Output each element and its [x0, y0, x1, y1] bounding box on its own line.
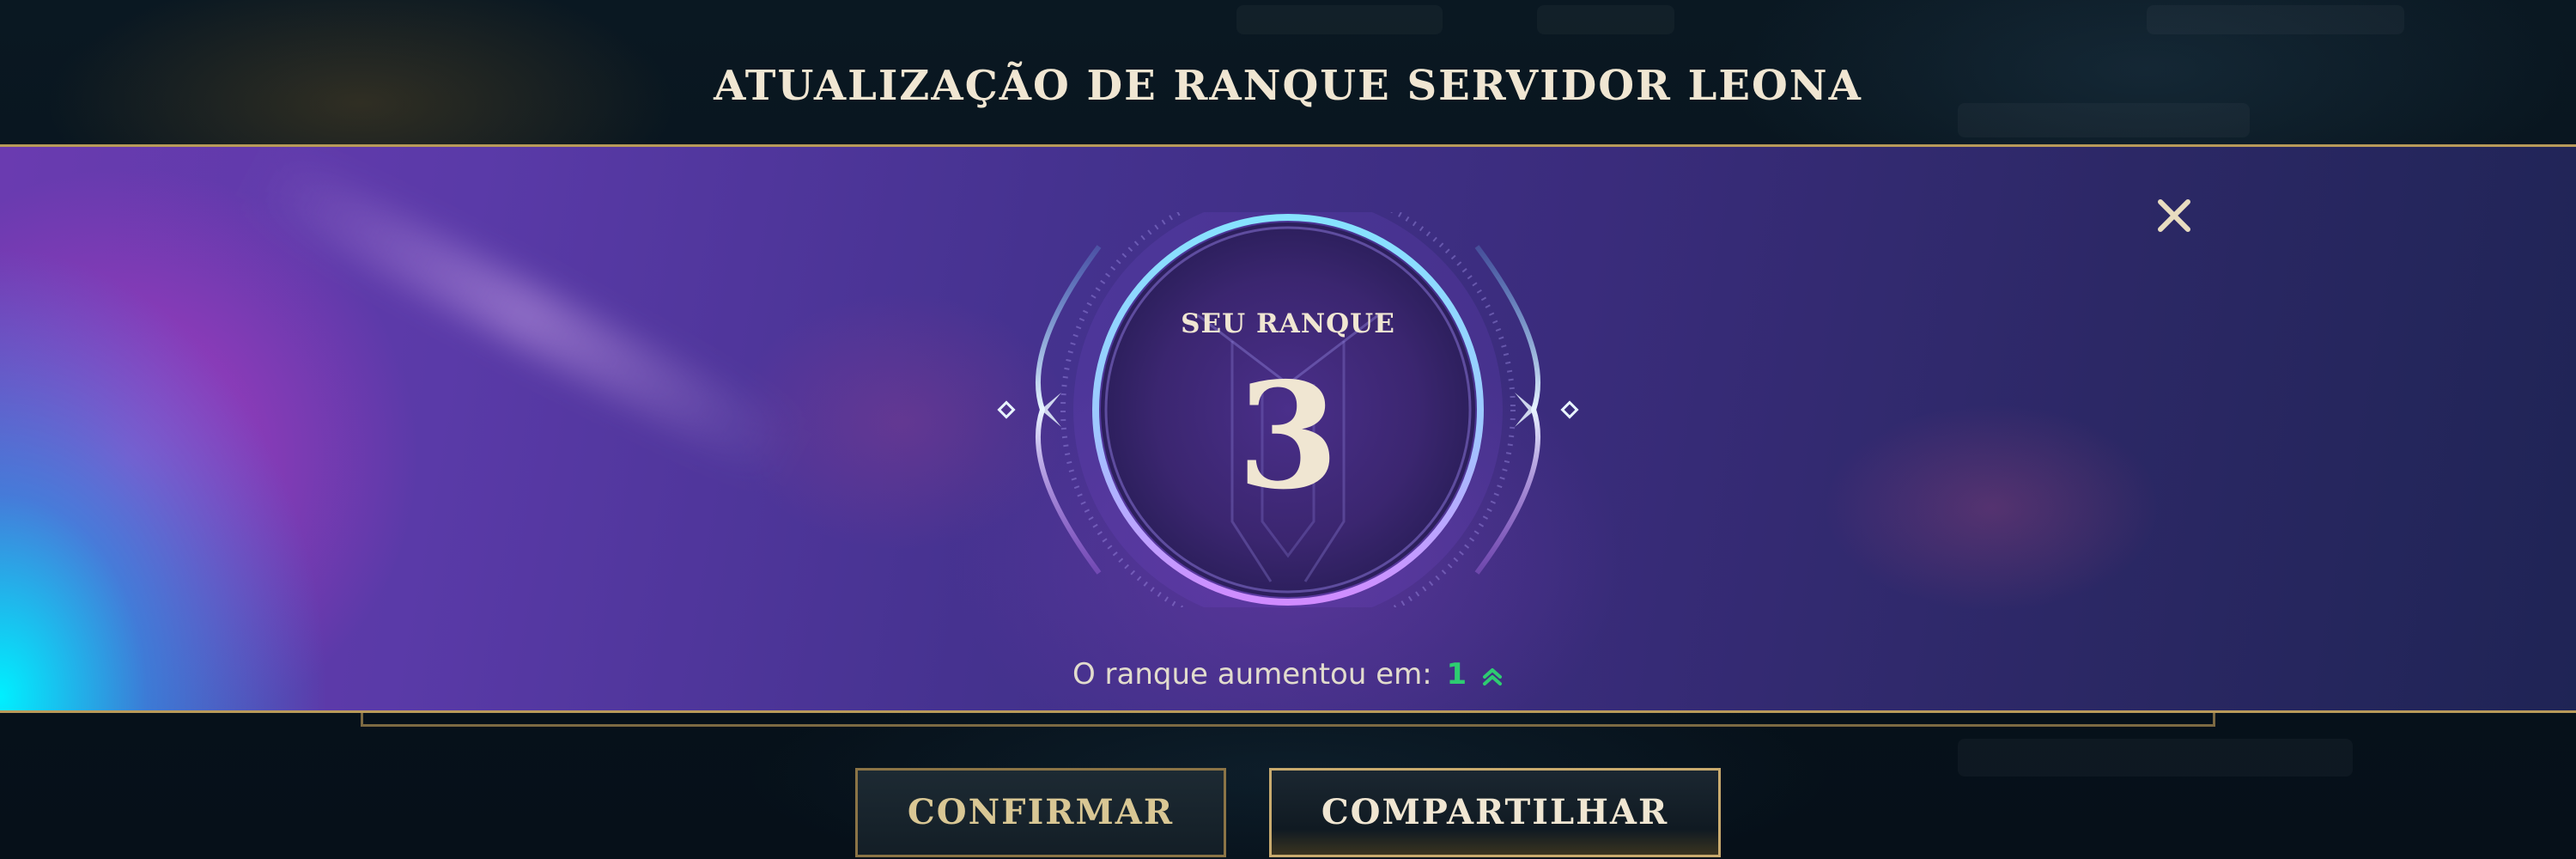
background-ui-hint [2147, 5, 2404, 34]
light-streak [244, 147, 804, 483]
rank-change-value: 1 [1446, 657, 1467, 691]
rank-change-label: O ranque aumentou em: [1072, 657, 1432, 691]
confirm-button[interactable]: CONFIRMAR [855, 768, 1226, 857]
page-title: ATUALIZAÇÃO DE RANQUE SERVIDOR LEONA [714, 62, 1862, 110]
background-ui-hint [1236, 5, 1443, 34]
background-ui-hint [1958, 739, 2353, 777]
rank-value: 3 [1236, 350, 1340, 522]
rank-banner: SEU RANQUE 3 O ranque aumentou em: 1 [0, 144, 2576, 713]
chevron-up-icon [1483, 667, 1503, 685]
background-ui-hint [1537, 5, 1674, 34]
rank-change: O ranque aumentou em: 1 [945, 657, 1631, 691]
close-icon[interactable] [2147, 188, 2202, 243]
share-button[interactable]: COMPARTILHAR [1269, 768, 1721, 857]
rank-label: SEU RANQUE [1181, 308, 1395, 339]
rank-update-screen: ATUALIZAÇÃO DE RANQUE SERVIDOR LEONA SEU… [0, 0, 2576, 859]
banner-under-frame [361, 713, 2215, 727]
